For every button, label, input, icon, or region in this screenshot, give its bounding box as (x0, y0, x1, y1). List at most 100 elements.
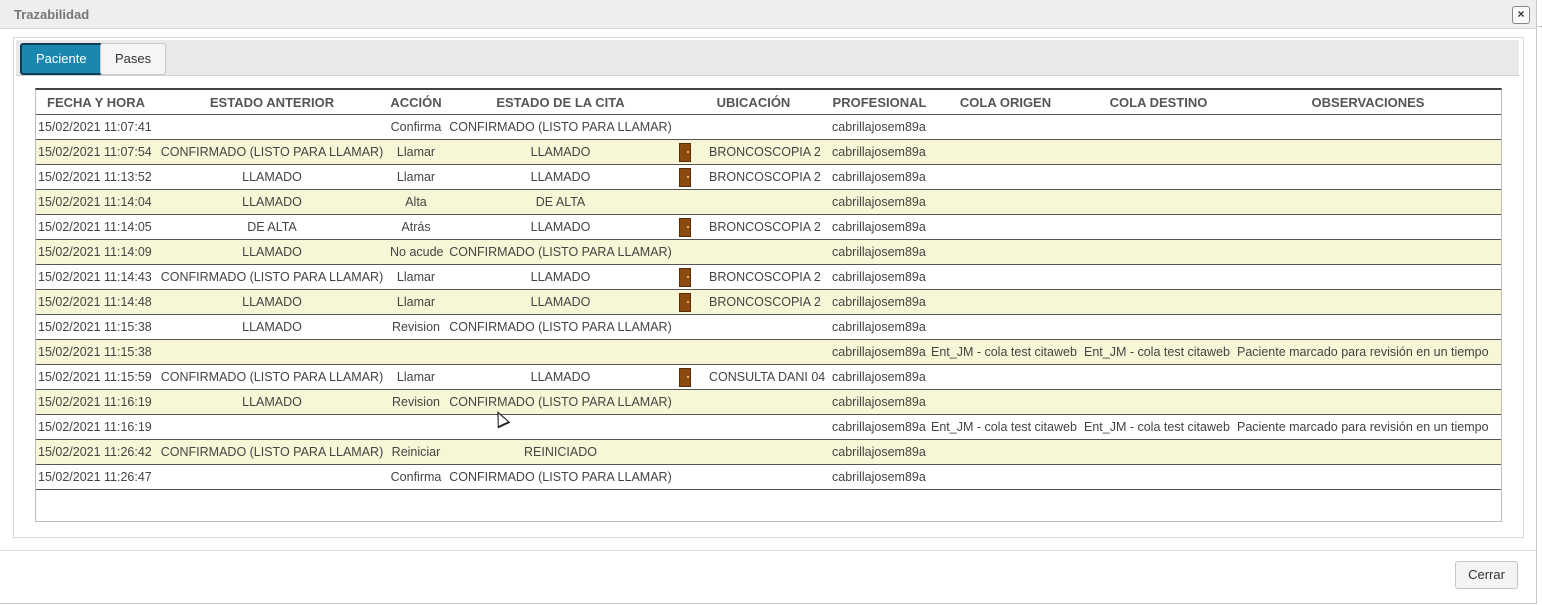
cell-observaciones (1235, 139, 1501, 165)
cell-accion: Alta (388, 189, 444, 215)
cell-cola-origen (929, 164, 1082, 190)
cell-estado-anterior: LLAMADO (156, 389, 388, 415)
cell-profesional: cabrillajosem89a (830, 139, 929, 165)
table-row[interactable]: 15/02/2021 11:07:54 CONFIRMADO (LISTO PAR… (36, 139, 1501, 165)
cell-ubicacion: BRONCOSCOPIA 2 (677, 289, 830, 315)
cell-fecha: 15/02/2021 11:14:04 (36, 189, 156, 215)
door-icon (679, 267, 691, 287)
cell-profesional: cabrillajosem89a (830, 439, 929, 465)
cell-cola-origen: Ent_JM - cola test citaweb (929, 414, 1082, 440)
table-row[interactable]: 15/02/2021 11:15:59 CONFIRMADO (LISTO PAR… (36, 364, 1501, 390)
cell-cola-origen (929, 439, 1082, 465)
cell-ubicacion (677, 439, 830, 465)
cell-observaciones (1235, 214, 1501, 240)
column-header-fecha[interactable]: FECHA Y HORA (36, 90, 156, 115)
cell-accion: Atrás (388, 214, 444, 240)
cell-profesional: cabrillajosem89a (830, 189, 929, 215)
cell-cola-destino (1082, 139, 1235, 165)
column-header-observaciones[interactable]: OBSERVACIONES (1235, 90, 1501, 115)
column-header-cola-origen[interactable]: COLA ORIGEN (929, 90, 1082, 115)
cell-estado-cita: LLAMADO (444, 164, 677, 190)
cell-estado-cita: CONFIRMADO (LISTO PARA LLAMAR) (444, 464, 677, 490)
cell-estado-anterior: CONFIRMADO (LISTO PARA LLAMAR) (156, 264, 388, 290)
cell-estado-anterior (156, 114, 388, 140)
cell-observaciones (1235, 364, 1501, 390)
table-row[interactable]: 15/02/2021 11:07:41 Confirma CONFIRMADO (L… (36, 114, 1501, 140)
cell-accion: Confirma (388, 114, 444, 140)
table-row[interactable]: 15/02/2021 11:26:47 Confirma CONFIRMADO (L… (36, 464, 1501, 490)
table-row[interactable]: 15/02/2021 11:14:05 DE ALTA Atrás LLAMADO BR… (36, 214, 1501, 240)
column-header-profesional[interactable]: PROFESIONAL (830, 90, 929, 115)
cell-fecha: 15/02/2021 11:26:47 (36, 464, 156, 490)
cell-observaciones (1235, 439, 1501, 465)
tab-paciente[interactable]: Paciente (20, 43, 103, 75)
cell-fecha: 15/02/2021 11:14:05 (36, 214, 156, 240)
cell-estado-cita: LLAMADO (444, 214, 677, 240)
cell-profesional: cabrillajosem89a (830, 339, 929, 365)
cell-accion: Llamar (388, 289, 444, 315)
location-label: BRONCOSCOPIA 2 (709, 270, 821, 284)
cell-accion: Revision (388, 314, 444, 340)
cell-estado-cita: CONFIRMADO (LISTO PARA LLAMAR) (444, 239, 677, 265)
column-header-estado-cita[interactable]: ESTADO DE LA CITA (444, 90, 677, 115)
cell-profesional: cabrillajosem89a (830, 264, 929, 290)
table-row[interactable]: 15/02/2021 11:15:38 cabrillajosem89a Ent_J… (36, 339, 1501, 365)
location-label: BRONCOSCOPIA 2 (709, 170, 821, 184)
column-header-estado-anterior[interactable]: ESTADO ANTERIOR (156, 90, 388, 115)
cell-cola-origen (929, 139, 1082, 165)
cell-estado-anterior: LLAMADO (156, 164, 388, 190)
cell-estado-cita: LLAMADO (444, 364, 677, 390)
table-row[interactable]: 15/02/2021 11:14:04 LLAMADO Alta DE ALTA cab… (36, 189, 1501, 215)
cell-cola-destino: Ent_JM - cola test citaweb (1082, 414, 1235, 440)
table-row[interactable]: 15/02/2021 11:16:19 LLAMADO Revision CONFIR… (36, 389, 1501, 415)
table-row[interactable]: 15/02/2021 11:14:09 LLAMADO No acude CONFIR… (36, 239, 1501, 265)
cell-cola-origen (929, 264, 1082, 290)
cell-profesional: cabrillajosem89a (830, 464, 929, 490)
cell-estado-anterior (156, 464, 388, 490)
table-row[interactable]: 15/02/2021 11:26:42 CONFIRMADO (LISTO PAR… (36, 439, 1501, 465)
cell-cola-destino (1082, 114, 1235, 140)
cell-observaciones (1235, 389, 1501, 415)
cell-ubicacion (677, 414, 830, 440)
table-row[interactable]: 15/02/2021 11:16:19 cabrillajosem89a Ent_J… (36, 414, 1501, 440)
cell-accion: No acude (388, 239, 444, 265)
cell-ubicacion (677, 464, 830, 490)
cell-accion: Llamar (388, 364, 444, 390)
cell-ubicacion (677, 314, 830, 340)
cell-cola-destino: Ent_JM - cola test citaweb (1082, 339, 1235, 365)
table-row[interactable]: 15/02/2021 11:13:52 LLAMADO Llamar LLAMADO B… (36, 164, 1501, 190)
cell-ubicacion (677, 339, 830, 365)
door-icon (679, 292, 691, 312)
cell-estado-anterior: LLAMADO (156, 189, 388, 215)
cell-cola-origen (929, 364, 1082, 390)
cell-fecha: 15/02/2021 11:16:19 (36, 414, 156, 440)
cerrar-button[interactable]: Cerrar (1455, 561, 1518, 589)
cell-cola-origen (929, 239, 1082, 265)
door-icon (679, 167, 691, 187)
cell-observaciones: Paciente marcado para revisión en un tie… (1235, 414, 1501, 440)
cell-profesional: cabrillajosem89a (830, 164, 929, 190)
cell-fecha: 15/02/2021 11:14:48 (36, 289, 156, 315)
cell-estado-cita: CONFIRMADO (LISTO PARA LLAMAR) (444, 114, 677, 140)
column-header-ubicacion[interactable]: UBICACIÓN (677, 90, 830, 115)
cell-cola-origen (929, 114, 1082, 140)
table-row[interactable]: 15/02/2021 11:14:43 CONFIRMADO (LISTO PAR… (36, 264, 1501, 290)
traceability-table: FECHA Y HORA ESTADO ANTERIOR ACCIÓN ESTA… (36, 90, 1501, 490)
cell-profesional: cabrillajosem89a (830, 414, 929, 440)
column-header-cola-destino[interactable]: COLA DESTINO (1082, 90, 1235, 115)
close-icon[interactable]: × (1512, 6, 1530, 24)
tab-pases[interactable]: Pases (100, 43, 167, 75)
table-row[interactable]: 15/02/2021 11:15:38 LLAMADO Revision CONFIR… (36, 314, 1501, 340)
column-header-accion[interactable]: ACCIÓN (388, 90, 444, 115)
cell-cola-origen (929, 189, 1082, 215)
cell-observaciones: Paciente marcado para revisión en un tie… (1235, 339, 1501, 365)
cell-estado-cita: LLAMADO (444, 139, 677, 165)
table-row[interactable]: 15/02/2021 11:14:48 LLAMADO Llamar LLAMADO B… (36, 289, 1501, 315)
table-header-row: FECHA Y HORA ESTADO ANTERIOR ACCIÓN ESTA… (36, 90, 1501, 115)
cell-estado-cita: DE ALTA (444, 189, 677, 215)
cell-ubicacion: CONSULTA DANI 04 (677, 364, 830, 390)
cell-ubicacion (677, 239, 830, 265)
cell-estado-anterior: CONFIRMADO (LISTO PARA LLAMAR) (156, 364, 388, 390)
cell-estado-anterior (156, 339, 388, 365)
cell-cola-destino (1082, 464, 1235, 490)
